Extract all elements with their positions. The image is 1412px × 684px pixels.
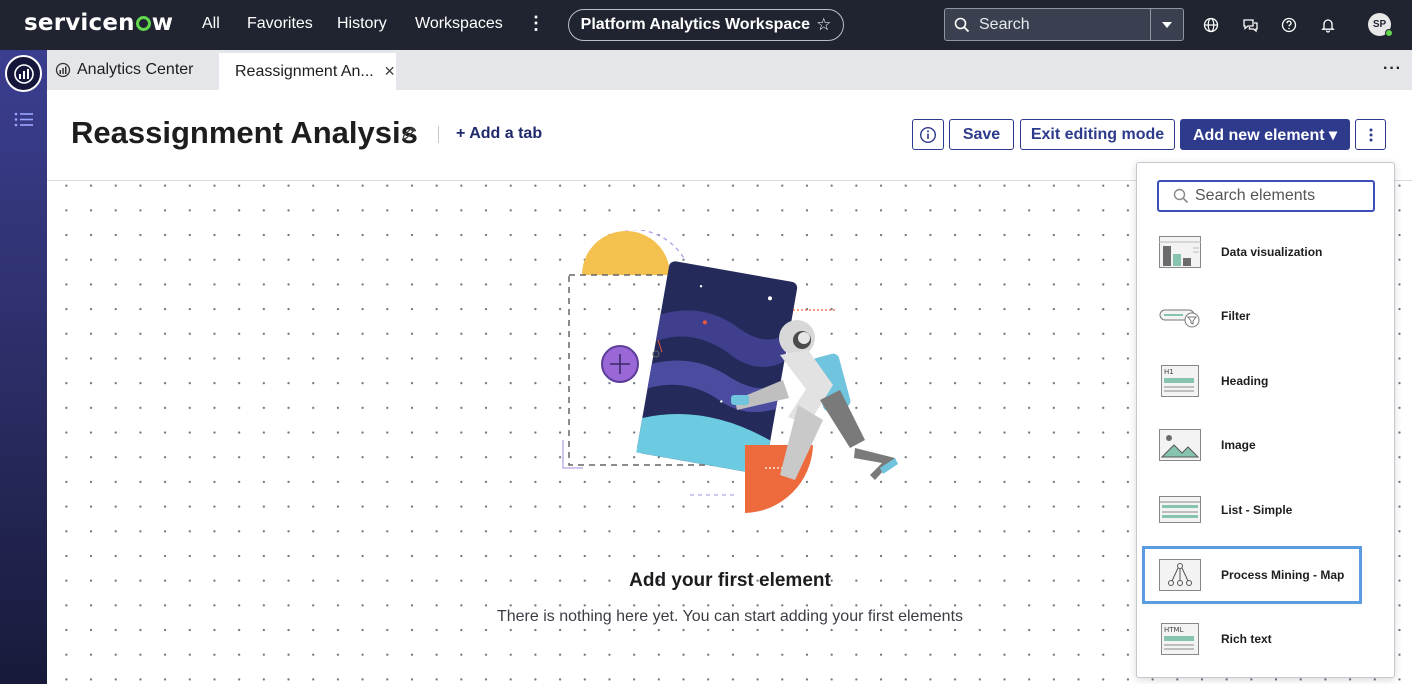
list-menu-icon[interactable] bbox=[14, 112, 34, 133]
element-search-input[interactable] bbox=[1195, 187, 1365, 205]
menu-item-label: Filter bbox=[1221, 309, 1251, 323]
menu-item-label: Data visualization bbox=[1221, 245, 1323, 259]
workspace-pill-label: Platform Analytics Workspace bbox=[580, 16, 811, 33]
empty-state-illustration bbox=[562, 230, 898, 513]
empty-state-title: Add your first element bbox=[629, 570, 831, 591]
nav-history[interactable]: History bbox=[337, 15, 387, 33]
menu-item-label: Image bbox=[1221, 438, 1256, 452]
menu-item-image[interactable]: Image bbox=[1145, 419, 1359, 471]
star-icon[interactable]: ☆ bbox=[816, 15, 831, 35]
add-element-menu: Data visualization Filter H1 Heading Ima… bbox=[1136, 162, 1395, 678]
nav-workspaces[interactable]: Workspaces bbox=[415, 15, 503, 33]
tab-analytics-center-label: Analytics Center bbox=[77, 61, 194, 78]
menu-item-rich-text[interactable]: HTML Rich text bbox=[1145, 613, 1359, 665]
element-search[interactable] bbox=[1157, 180, 1375, 212]
search-icon bbox=[1173, 188, 1189, 204]
menu-item-label: Rich text bbox=[1221, 632, 1272, 646]
analytics-center-icon bbox=[55, 62, 71, 78]
servicenow-logo[interactable]: servicen w bbox=[24, 10, 173, 36]
close-tab-icon[interactable]: ✕ bbox=[384, 63, 396, 80]
add-new-element-button[interactable]: Add new element ▾ bbox=[1180, 119, 1350, 150]
tab-bar: Analytics Center Reassignment An... ✕ ··… bbox=[47, 50, 1412, 90]
search-icon bbox=[945, 9, 979, 40]
menu-item-list-simple[interactable]: List - Simple bbox=[1145, 484, 1359, 536]
bell-icon[interactable] bbox=[1318, 15, 1338, 35]
page-title: Reassignment Analysis bbox=[71, 115, 418, 150]
vertical-dots-icon bbox=[1369, 128, 1372, 141]
global-search[interactable]: Search bbox=[944, 8, 1184, 41]
header-divider bbox=[438, 126, 439, 143]
menu-item-heading[interactable]: H1 Heading bbox=[1145, 355, 1359, 407]
chat-icon[interactable] bbox=[1240, 15, 1260, 35]
menu-item-label: Process Mining - Map bbox=[1221, 568, 1345, 582]
empty-state-subtitle: There is nothing here yet. You can start… bbox=[496, 608, 964, 625]
presence-dot bbox=[1385, 29, 1393, 37]
list-icon bbox=[1159, 496, 1201, 523]
exit-editing-mode-button[interactable]: Exit editing mode bbox=[1020, 119, 1175, 150]
pencil-icon[interactable] bbox=[400, 125, 417, 147]
data-visualization-icon bbox=[1159, 236, 1201, 268]
save-button[interactable]: Save bbox=[949, 119, 1014, 150]
nav-more-icon[interactable]: ⋮ bbox=[527, 13, 545, 34]
add-tab-button[interactable]: + Add a tab bbox=[456, 125, 542, 143]
workspace-pill[interactable]: Platform Analytics Workspace ☆ bbox=[568, 9, 844, 41]
filter-icon bbox=[1159, 309, 1200, 328]
top-navigation: servicen w All Favorites History Workspac… bbox=[0, 0, 1412, 50]
user-avatar[interactable]: SP bbox=[1368, 13, 1393, 37]
tab-overflow-icon[interactable]: ··· bbox=[1383, 60, 1402, 78]
info-button[interactable] bbox=[912, 119, 944, 150]
menu-item-process-mining-map[interactable]: Process Mining - Map bbox=[1142, 546, 1362, 604]
more-options-button[interactable] bbox=[1355, 119, 1386, 150]
svg-text:H1: H1 bbox=[1164, 368, 1174, 376]
process-map-icon bbox=[1159, 559, 1201, 591]
tab-analytics-center[interactable]: Analytics Center bbox=[55, 50, 194, 90]
analytics-home-icon[interactable] bbox=[5, 55, 42, 92]
tab-reassignment-analysis[interactable]: Reassignment An... ✕ bbox=[219, 53, 396, 90]
search-input[interactable]: Search bbox=[979, 16, 1150, 34]
rich-text-icon: HTML bbox=[1161, 623, 1199, 655]
info-icon bbox=[919, 126, 937, 143]
globe-icon[interactable] bbox=[1201, 15, 1221, 35]
search-scope-dropdown[interactable] bbox=[1150, 9, 1183, 40]
menu-item-data-visualization[interactable]: Data visualization bbox=[1145, 226, 1359, 278]
tab-reassignment-label: Reassignment An... bbox=[235, 62, 374, 80]
menu-item-filter[interactable]: Filter bbox=[1145, 290, 1359, 342]
menu-item-label: Heading bbox=[1221, 374, 1269, 388]
menu-item-label: List - Simple bbox=[1221, 503, 1293, 517]
help-icon[interactable] bbox=[1279, 15, 1299, 35]
image-icon bbox=[1159, 429, 1201, 461]
svg-text:HTML: HTML bbox=[1164, 626, 1184, 634]
nav-favorites[interactable]: Favorites bbox=[247, 15, 313, 33]
left-rail bbox=[0, 50, 47, 684]
avatar-initials: SP bbox=[1372, 19, 1387, 30]
nav-all[interactable]: All bbox=[202, 15, 220, 33]
heading-icon: H1 bbox=[1161, 365, 1199, 397]
caret-down-icon bbox=[1162, 21, 1172, 28]
